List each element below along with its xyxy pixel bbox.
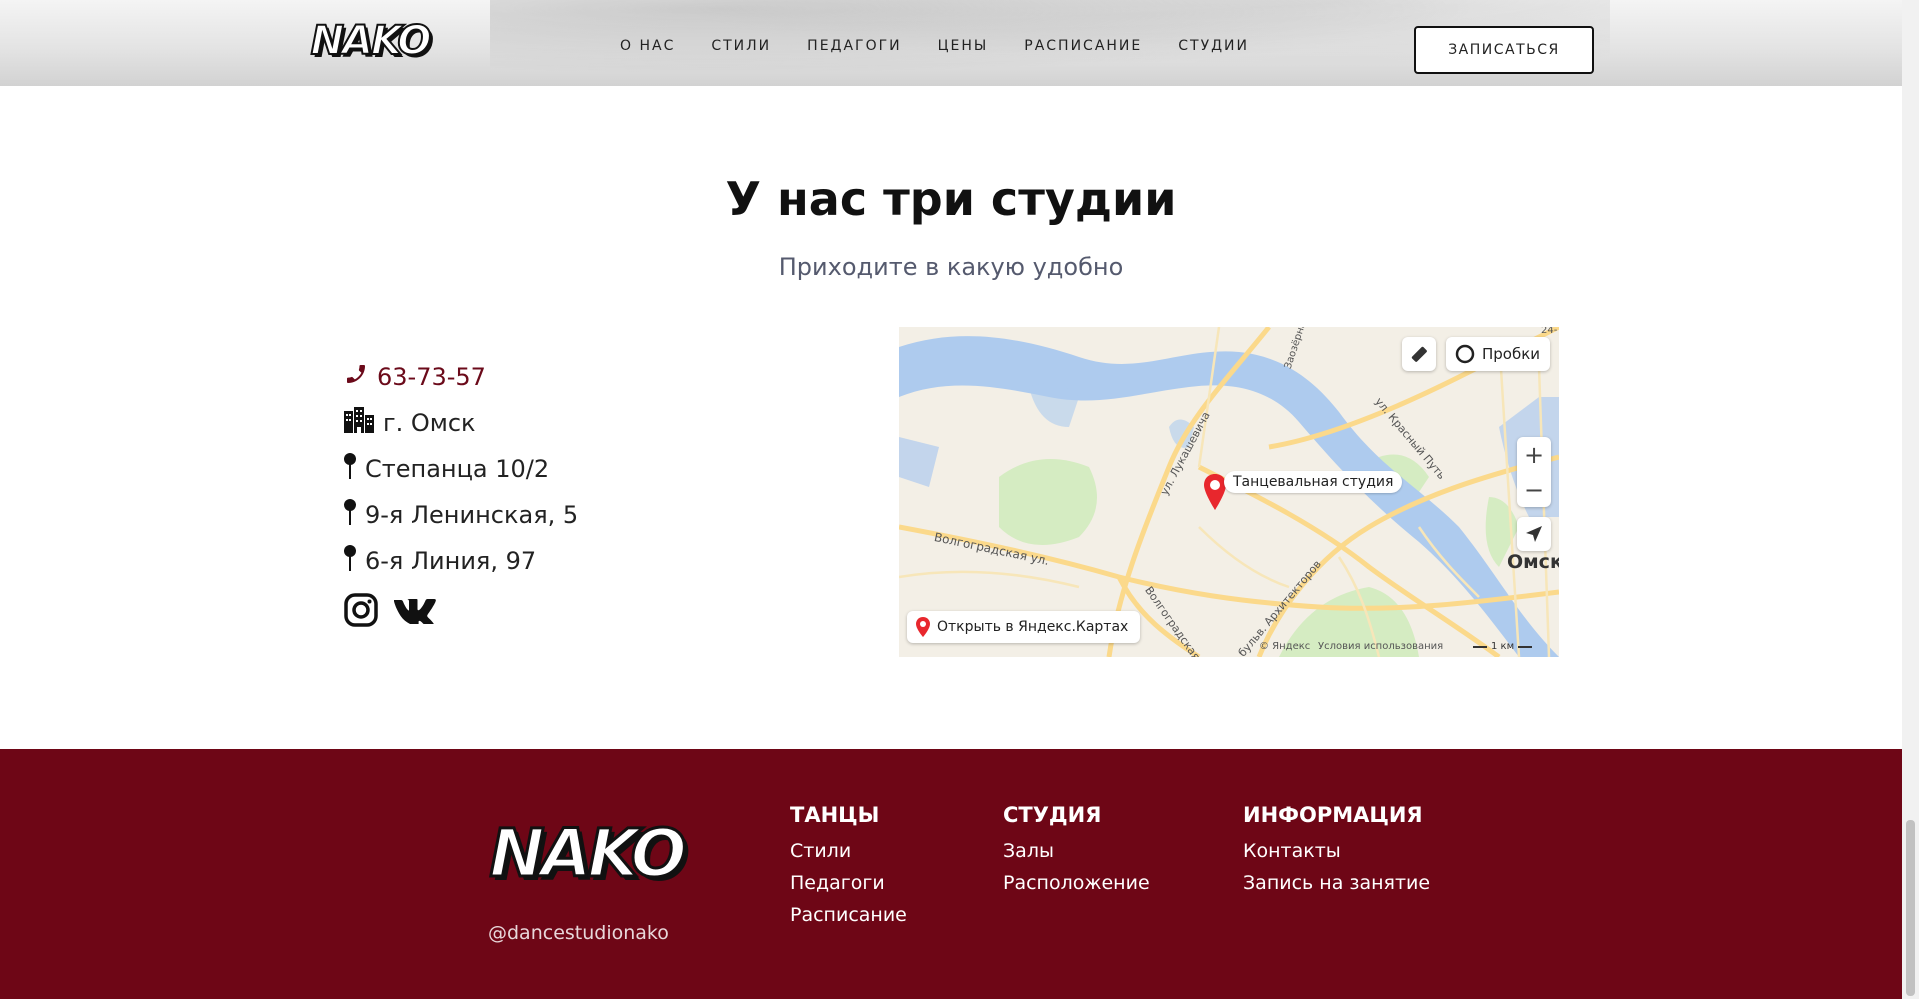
city-row: г. Омск bbox=[343, 400, 578, 446]
map-background[interactable] bbox=[899, 327, 1559, 657]
open-in-yandex-button[interactable]: Открыть в Яндекс.Картах bbox=[907, 611, 1141, 643]
footer-column-studio: СТУДИЯ Залы Расположение bbox=[1003, 803, 1150, 899]
footer-social-handle[interactable]: @dancestudionako bbox=[488, 922, 669, 944]
footer-column-title: ТАНЦЫ bbox=[790, 803, 880, 827]
geolocation-button[interactable] bbox=[1517, 517, 1551, 551]
scale-label: 1 км bbox=[1491, 641, 1515, 652]
zoom-in-button[interactable]: + bbox=[1524, 441, 1544, 469]
footer-link-teachers[interactable]: Педагоги bbox=[790, 867, 907, 899]
address-text: 9-я Ленинская, 5 bbox=[365, 501, 579, 529]
scrollbar-thumb[interactable] bbox=[1906, 820, 1915, 996]
footer-link-schedule[interactable]: Расписание bbox=[790, 899, 907, 931]
footer-logo-text: NAKO bbox=[488, 814, 688, 894]
footer-link-styles[interactable]: Стили bbox=[790, 835, 907, 867]
nav-teachers[interactable]: ПЕДАГОГИ bbox=[807, 38, 901, 54]
address-text: Степанца 10/2 bbox=[365, 455, 550, 483]
location-arrow-icon bbox=[1526, 526, 1542, 542]
phone-icon bbox=[343, 362, 369, 392]
page-scrollbar[interactable] bbox=[1902, 0, 1919, 999]
scale-bar bbox=[1518, 645, 1533, 648]
traffic-icon bbox=[1455, 344, 1475, 364]
footer-column-info: ИНФОРМАЦИЯ Контакты Запись на занятие bbox=[1243, 803, 1430, 899]
section-title: У нас три студии bbox=[725, 172, 1177, 226]
footer-link-halls[interactable]: Залы bbox=[1003, 835, 1150, 867]
footer-column-dances: ТАНЦЫ Стили Педагоги Расписание bbox=[790, 803, 907, 931]
map-pin-icon bbox=[343, 498, 357, 532]
scale-bar bbox=[1473, 645, 1487, 648]
ruler-button[interactable] bbox=[1402, 337, 1436, 371]
map-terms-link[interactable]: Условия использования bbox=[1318, 641, 1443, 652]
page: NAKO О НАС СТИЛИ ПЕДАГОГИ ЦЕНЫ РАСПИСАНИ… bbox=[0, 0, 1919, 999]
map-copyright[interactable]: © Яндекс bbox=[1259, 641, 1310, 652]
header-logo-text: NAKO bbox=[310, 17, 433, 65]
address-row: 6-я Линия, 97 bbox=[343, 538, 578, 584]
instagram-icon[interactable] bbox=[343, 592, 379, 632]
section-subtitle: Приходите в какую удобно bbox=[778, 253, 1124, 281]
map-pin-icon bbox=[343, 452, 357, 486]
signup-button[interactable]: ЗАПИСАТЬСЯ bbox=[1414, 26, 1594, 74]
site-header: NAKO О НАС СТИЛИ ПЕДАГОГИ ЦЕНЫ РАСПИСАНИ… bbox=[0, 0, 1902, 86]
map-corner-label: 24- bbox=[1541, 327, 1558, 336]
address-row: 9-я Ленинская, 5 bbox=[343, 492, 578, 538]
zoom-controls: + − bbox=[1517, 437, 1551, 507]
footer-logo[interactable]: NAKO bbox=[486, 805, 688, 905]
nav-styles[interactable]: СТИЛИ bbox=[711, 38, 771, 54]
address-row: Степанца 10/2 bbox=[343, 446, 578, 492]
city-buildings-icon bbox=[343, 407, 375, 439]
nav-schedule[interactable]: РАСПИСАНИЕ bbox=[1024, 38, 1142, 54]
phone-link[interactable]: 63-73-57 bbox=[377, 363, 486, 391]
address-text: 6-я Линия, 97 bbox=[365, 547, 537, 575]
vk-icon[interactable] bbox=[393, 596, 437, 628]
city-map-label: Омск bbox=[1507, 551, 1559, 573]
social-links bbox=[343, 592, 578, 632]
phone-row: 63-73-57 bbox=[343, 354, 578, 400]
city-text: г. Омск bbox=[383, 409, 476, 437]
footer-column-title: СТУДИЯ bbox=[1003, 803, 1102, 827]
zoom-out-button[interactable]: − bbox=[1524, 476, 1544, 504]
site-footer: NAKO @dancestudionako ТАНЦЫ Стили Педаго… bbox=[0, 749, 1902, 999]
open-in-yandex-label: Открыть в Яндекс.Картах bbox=[937, 619, 1129, 635]
nav-studios[interactable]: СТУДИИ bbox=[1178, 38, 1249, 54]
footer-link-contacts[interactable]: Контакты bbox=[1243, 835, 1430, 867]
yandex-pin-icon bbox=[916, 617, 930, 637]
header-logo[interactable]: NAKO bbox=[309, 12, 433, 74]
contacts-block: 63-73-57 г. Омск Степанца 10/2 9-я Ленин… bbox=[343, 354, 578, 632]
map-scale: 1 км bbox=[1473, 641, 1533, 652]
ruler-icon bbox=[1411, 346, 1427, 362]
map-pin-icon bbox=[343, 544, 357, 578]
nav-prices[interactable]: ЦЕНЫ bbox=[938, 38, 989, 54]
studio-map[interactable]: ул. Лукашевича Волгоградская ул. Волгогр… bbox=[899, 327, 1559, 657]
traffic-label: Пробки bbox=[1482, 345, 1541, 363]
footer-column-title: ИНФОРМАЦИЯ bbox=[1243, 803, 1423, 827]
traffic-button[interactable]: Пробки bbox=[1446, 337, 1550, 371]
main-nav: О НАС СТИЛИ ПЕДАГОГИ ЦЕНЫ РАСПИСАНИЕ СТУ… bbox=[620, 38, 1285, 54]
pin-label[interactable]: Танцевальная студия bbox=[1224, 471, 1403, 493]
nav-about[interactable]: О НАС bbox=[620, 38, 675, 54]
footer-link-signup[interactable]: Запись на занятие bbox=[1243, 867, 1430, 899]
footer-link-location[interactable]: Расположение bbox=[1003, 867, 1150, 899]
